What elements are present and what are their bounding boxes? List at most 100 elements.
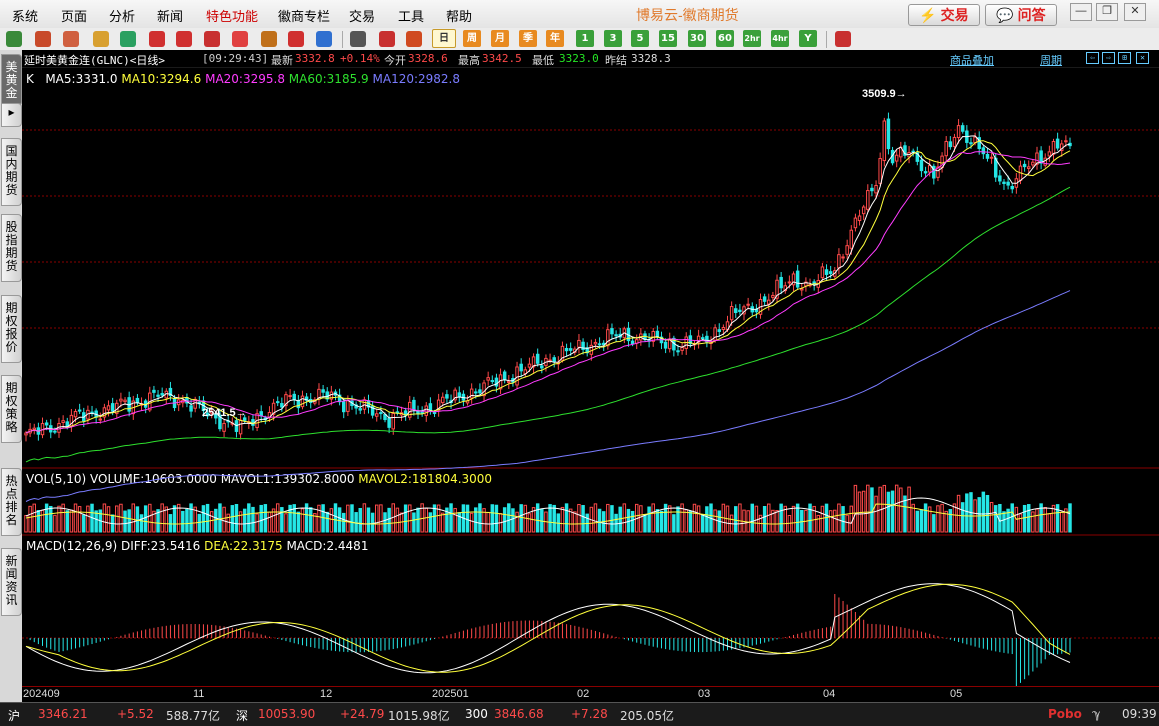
- volume-bar-183: [779, 503, 783, 533]
- candle-body-205: [870, 187, 874, 192]
- volume-bar-42: [197, 513, 202, 533]
- volume-bar-141: [606, 503, 610, 533]
- candle-body-172: [734, 308, 738, 314]
- volume-bar-198: [841, 506, 845, 533]
- period-3min[interactable]: 3: [604, 30, 622, 47]
- tab-index-futures[interactable]: 股指期货: [1, 214, 22, 282]
- volume-bar-172: [734, 506, 738, 533]
- period-2hr[interactable]: 2hr: [743, 30, 761, 47]
- volume-bar-92: [403, 504, 408, 533]
- trade-button[interactable]: ⚡ 交易: [908, 4, 980, 26]
- tab-option-strategy[interactable]: 期权策略: [1, 375, 22, 443]
- window-icon[interactable]: [204, 31, 220, 47]
- x-label-5: 03: [698, 688, 711, 700]
- menu-trade[interactable]: 交易: [349, 6, 375, 25]
- volume-bar-221: [936, 505, 940, 533]
- tick-icon[interactable]: [406, 31, 422, 47]
- restore-icon[interactable]: ❐: [1096, 3, 1118, 21]
- volume-bar-193: [820, 505, 825, 533]
- candle-body-249: [1051, 141, 1056, 155]
- zoom-out-icon[interactable]: [176, 31, 192, 47]
- volume-bar-242: [1022, 504, 1027, 533]
- menu-analysis[interactable]: 分析: [109, 6, 135, 25]
- volume-bar-244: [1031, 511, 1035, 533]
- period-month[interactable]: 月: [491, 30, 509, 47]
- back-icon[interactable]: [6, 31, 22, 47]
- toolbar-separator: [342, 31, 343, 48]
- period-week[interactable]: 周: [463, 30, 481, 47]
- tab-us-gold[interactable]: 美黄金: [1, 54, 22, 106]
- layout-icon[interactable]: [835, 31, 851, 47]
- indicator-icon[interactable]: [261, 31, 277, 47]
- volume-bar-235: [993, 505, 998, 533]
- list-icon[interactable]: [350, 31, 366, 47]
- zoom-in-icon[interactable]: [149, 31, 165, 47]
- candle-body-27: [135, 397, 140, 404]
- draw-icon[interactable]: [232, 31, 248, 47]
- line-chart-icon[interactable]: [379, 31, 395, 47]
- app-title: 博易云-徽商期货: [636, 7, 739, 23]
- candle-body-143: [614, 334, 618, 337]
- tab-hot-ranking[interactable]: 热点排名: [1, 468, 22, 536]
- volume-bar-81: [358, 508, 362, 533]
- volume-bar-40: [189, 503, 193, 533]
- refresh-icon[interactable]: [120, 31, 136, 47]
- chart-area[interactable]: 延时美黄金连(GLNC)<日线> [09:29:43] 最新 3332.8 +0…: [22, 50, 1159, 702]
- minimize-icon[interactable]: —: [1070, 3, 1092, 21]
- volume-bar-97: [424, 507, 429, 533]
- menu-page[interactable]: 页面: [61, 6, 87, 25]
- candle-body-203: [861, 206, 866, 215]
- period-year[interactable]: 年: [546, 30, 564, 47]
- tab-expand-arrow[interactable]: ▸: [1, 103, 22, 127]
- volume-bar-27: [135, 506, 140, 533]
- volume-bar-78: [346, 504, 350, 533]
- f10-icon[interactable]: [93, 31, 109, 47]
- menu-features[interactable]: 特色功能: [206, 6, 258, 25]
- period-day[interactable]: 日: [432, 29, 456, 48]
- volume-bar-112: [486, 511, 490, 533]
- candle-body-244: [1031, 161, 1035, 166]
- tab-domestic-futures[interactable]: 国内期货: [1, 138, 22, 206]
- menu-news[interactable]: 新闻: [157, 6, 183, 25]
- volume-bar-133: [573, 511, 577, 533]
- volume-bar-163: [696, 505, 701, 533]
- home-icon[interactable]: [35, 31, 51, 47]
- candle-body-128: [552, 357, 556, 363]
- period-4hr[interactable]: 4hr: [771, 30, 789, 47]
- close-icon[interactable]: ✕: [1124, 3, 1146, 21]
- volume-bar-135: [581, 505, 585, 533]
- candlestick-chart[interactable]: [22, 50, 1159, 702]
- new-icon[interactable]: [316, 31, 332, 47]
- candle-body-234: [989, 156, 994, 159]
- volume-bar-245: [1035, 508, 1039, 533]
- tab-option-quotes[interactable]: 期权报价: [1, 295, 22, 363]
- tab-news[interactable]: 新闻资讯: [1, 548, 22, 616]
- volume-bar-241: [1018, 513, 1023, 533]
- volume-bar-59: [267, 511, 272, 533]
- period-custom[interactable]: Y: [799, 30, 817, 47]
- menu-system[interactable]: 系统: [12, 6, 38, 25]
- period-5min[interactable]: 5: [631, 30, 649, 47]
- filter-icon[interactable]: [288, 31, 304, 47]
- volume-bar-150: [643, 514, 647, 533]
- period-30min[interactable]: 30: [688, 30, 706, 47]
- sz-label: 深: [236, 709, 249, 723]
- period-quarter[interactable]: 季: [519, 30, 537, 47]
- menu-huishang-column[interactable]: 徽商专栏: [278, 6, 330, 25]
- quote-icon[interactable]: [63, 31, 79, 47]
- volume-bar-253: [1068, 503, 1072, 533]
- period-60min[interactable]: 60: [716, 30, 734, 47]
- volume-bar-218: [923, 503, 928, 533]
- volume-bar-131: [564, 503, 569, 533]
- ask-button[interactable]: 💬 问答: [985, 4, 1057, 26]
- menu-help[interactable]: 帮助: [446, 6, 472, 25]
- volume-bar-12: [73, 503, 78, 533]
- ma20-line: [25, 151, 1071, 434]
- volume-bar-61: [275, 503, 280, 533]
- period-15min[interactable]: 15: [659, 30, 677, 47]
- volume-bar-98: [428, 512, 433, 533]
- volume-bar-196: [833, 509, 837, 533]
- period-1min[interactable]: 1: [576, 30, 594, 47]
- menu-tools[interactable]: 工具: [398, 6, 424, 25]
- candle-body-208: [882, 120, 887, 162]
